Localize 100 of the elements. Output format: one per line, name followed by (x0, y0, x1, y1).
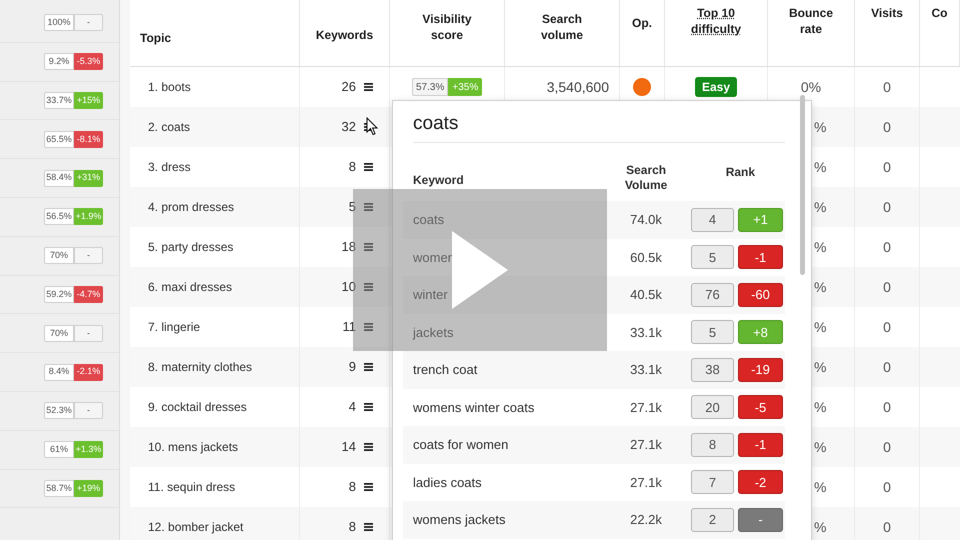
column-header: Rank (724, 164, 756, 181)
bounce-rate: % (814, 238, 826, 256)
keyword-count: 9 (348, 358, 356, 376)
keyword-count: 4 (348, 398, 356, 416)
visits-count: 0 (883, 238, 891, 256)
topic-name: 1. boots (148, 79, 191, 96)
score-value: 58.4% (44, 170, 74, 187)
keyword-text: womens jackets (413, 511, 506, 529)
column-header: Search Volume (624, 163, 668, 193)
search-volume: 3,540,600 (546, 78, 609, 96)
keyword-count: 5 (348, 198, 356, 216)
topic-name: 5. party dresses (148, 239, 234, 256)
search-volume: 27.1k (629, 398, 663, 416)
rank-change-badge: -60 (738, 282, 783, 307)
change-badge: +15% (74, 92, 103, 109)
change-badge: -5.3% (74, 53, 103, 70)
visits-count: 0 (883, 78, 891, 96)
bounce-rate: % (814, 478, 826, 496)
score-value: 65.5% (44, 130, 74, 148)
score-value: 61% (44, 441, 74, 458)
topic-name: 7. lingerie (148, 319, 200, 336)
change-badge: - (74, 14, 103, 32)
bounce-rate: % (814, 438, 826, 456)
change-badge: +1.9% (74, 208, 103, 226)
rank-box: 8 (691, 432, 734, 457)
rank-change-badge: - (738, 508, 783, 532)
bounce-rate: % (814, 198, 826, 216)
column-header: Co (930, 5, 948, 21)
keyword-text: coats for women (413, 436, 510, 454)
menu-icon[interactable] (364, 403, 373, 411)
column-header: Topic (140, 30, 172, 46)
visits-count: 0 (883, 318, 891, 336)
search-volume: 74.0k (629, 211, 663, 229)
search-volume: 27.1k (629, 436, 663, 454)
rank-change-badge: +1 (738, 208, 783, 232)
column-header: Top 10 difficulty (690, 5, 742, 37)
visits-count: 0 (883, 118, 891, 136)
score-value: 100% (44, 14, 74, 32)
keyword-count: 11 (342, 318, 356, 336)
topic-name: 12. bomber jacket (148, 519, 244, 536)
search-volume: 60.5k (629, 248, 663, 266)
search-volume: 33.1k (629, 324, 663, 342)
keyword-count: 8 (348, 158, 356, 176)
score-value: 70% (44, 324, 74, 342)
rank-box: 20 (691, 395, 734, 420)
bounce-rate: % (814, 278, 826, 296)
rank-box: 4 (691, 208, 734, 232)
keyword-text: jackets (413, 324, 454, 342)
menu-icon[interactable] (364, 483, 373, 491)
keyword-count: 8 (348, 478, 356, 496)
change-badge: - (74, 402, 103, 420)
topic-name: 4. prom dresses (148, 199, 234, 216)
score-value: 57.3% (412, 78, 448, 96)
keyword-count: 18 (342, 238, 356, 256)
column-header: Op. (631, 15, 653, 31)
menu-icon[interactable] (364, 523, 373, 531)
search-volume: 33.1k (629, 361, 663, 379)
score-value: 56.5% (44, 208, 74, 226)
rank-change-badge: +8 (738, 320, 783, 344)
bounce-rate: % (814, 158, 826, 176)
keyword-text: womens winter coats (413, 398, 536, 416)
change-badge: -8.1% (74, 130, 103, 148)
visits-count: 0 (883, 198, 891, 216)
score-value: 8.4% (44, 364, 74, 381)
keyword-text: ladies coats (413, 474, 483, 492)
visits-count: 0 (883, 398, 891, 416)
topic-name: 9. cocktail dresses (148, 399, 247, 416)
keyword-text: coats (413, 211, 446, 229)
topic-name: 10. mens jackets (148, 439, 238, 456)
rank-change-badge: -5 (738, 395, 783, 420)
scrollbar[interactable] (800, 95, 805, 275)
rank-change-badge: -19 (738, 358, 783, 382)
search-volume: 27.1k (629, 474, 663, 492)
column-header: Bounce rate (788, 5, 834, 37)
keyword-count: 14 (342, 438, 356, 456)
change-badge: - (74, 324, 103, 342)
bounce-rate: 0% (800, 78, 822, 96)
change-badge: +35% (448, 78, 482, 96)
menu-icon[interactable] (364, 83, 373, 91)
change-badge: -2.1% (74, 364, 103, 381)
change-badge: -4.7% (74, 286, 103, 303)
topic-name: 11. sequin dress (148, 479, 236, 496)
score-value: 58.7% (44, 480, 74, 497)
score-value: 33.7% (44, 92, 74, 109)
visits-count: 0 (883, 438, 891, 456)
rank-box: 2 (691, 508, 734, 532)
bounce-rate: % (814, 398, 826, 416)
column-header: Visibility score (421, 11, 473, 43)
bounce-rate: % (814, 518, 826, 536)
menu-icon[interactable] (364, 163, 373, 171)
change-badge: +1.3% (74, 441, 103, 458)
bounce-rate: % (814, 318, 826, 336)
column-header: Keywords (314, 27, 374, 43)
score-value: 9.2% (44, 53, 74, 70)
menu-icon[interactable] (364, 443, 373, 451)
column-header: Keyword (413, 172, 465, 189)
popup-title: coats (413, 112, 458, 136)
menu-icon[interactable] (364, 363, 373, 371)
rank-box: 7 (691, 470, 734, 494)
keyword-count: 32 (342, 118, 356, 136)
